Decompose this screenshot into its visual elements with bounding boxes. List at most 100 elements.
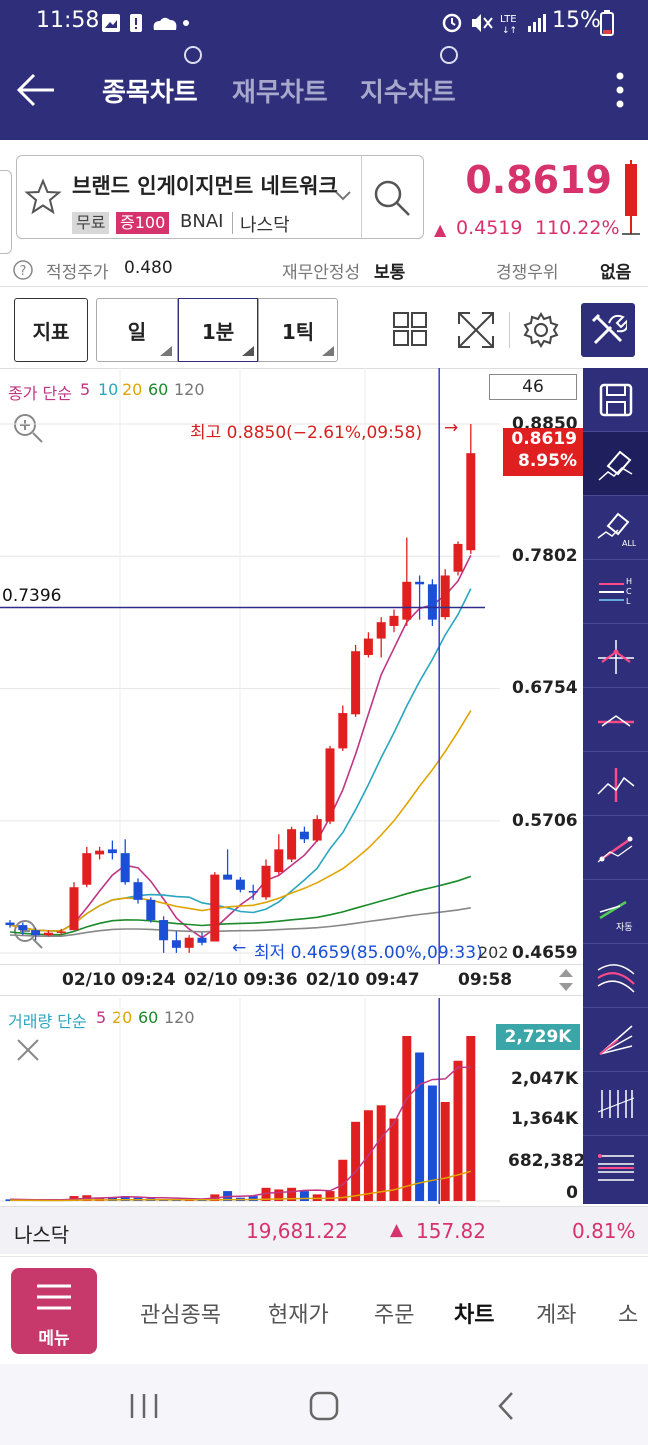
crosshair-time-partial: 202 bbox=[478, 943, 509, 962]
margin-badge: 증100 bbox=[116, 212, 170, 234]
tool-horizontal-line[interactable] bbox=[583, 688, 648, 752]
volume-bar bbox=[325, 1191, 335, 1201]
vol-y-tick: 1,364K bbox=[511, 1109, 578, 1129]
system-back-icon[interactable] bbox=[494, 1390, 518, 1422]
candle-body bbox=[210, 874, 220, 942]
status-time: 11:58 bbox=[36, 8, 100, 33]
menu-button[interactable]: 메뉴 bbox=[11, 1268, 97, 1354]
vertical-line-icon bbox=[596, 767, 634, 802]
volume-bar bbox=[415, 1052, 425, 1201]
svg-text:?: ? bbox=[20, 264, 27, 279]
index-name: 나스닥 bbox=[14, 1223, 70, 1247]
stock-name[interactable]: 브랜드 인게이지먼트 네트워크 bbox=[72, 170, 338, 200]
home-icon[interactable] bbox=[308, 1390, 340, 1422]
price-chart[interactable] bbox=[0, 368, 583, 965]
nav-current-price[interactable]: 현재가 bbox=[268, 1297, 329, 1329]
system-navigation-bar bbox=[0, 1364, 648, 1445]
candle-body bbox=[389, 615, 399, 626]
tool-erase-all[interactable]: ALL bbox=[583, 496, 648, 560]
high-price-label: 최고 0.8850(−2.61%,09:58) bbox=[190, 423, 423, 443]
fair-price-value: 0.480 bbox=[124, 258, 173, 278]
recents-icon[interactable] bbox=[128, 1392, 160, 1420]
tool-period-lines[interactable] bbox=[583, 1072, 648, 1136]
app-header: 11:58 LTE ↓↑ 15% 종목차트 재무차트 지수차트 bbox=[0, 0, 648, 140]
candle-body bbox=[274, 849, 284, 873]
x-tick: 02/10 09:36 bbox=[184, 970, 298, 990]
fair-price-label: 적정주가 bbox=[46, 263, 109, 283]
search-icon[interactable] bbox=[372, 178, 412, 218]
candle-body bbox=[453, 543, 463, 572]
screen: { "status_bar": {"time": "11:58", "netwo… bbox=[0, 0, 648, 1445]
candle-body bbox=[440, 575, 450, 618]
candle-body bbox=[235, 879, 245, 890]
tool-fibonacci[interactable] bbox=[583, 1136, 648, 1200]
side-drawer-handle[interactable] bbox=[0, 170, 12, 254]
tool-auto-trend[interactable]: 자동 bbox=[583, 880, 648, 944]
volume-current-tag: 2,729K bbox=[496, 1024, 580, 1050]
tab-financial-chart[interactable]: 재무차트 bbox=[232, 72, 328, 109]
price-change: 0.4519 bbox=[456, 217, 523, 239]
fan-lines-icon bbox=[598, 1024, 632, 1055]
candle-body bbox=[159, 920, 169, 941]
chevron-down-icon bbox=[335, 191, 351, 201]
vol-y-tick: 2,047K bbox=[511, 1069, 578, 1089]
candle-body bbox=[427, 584, 437, 620]
tool-hcl[interactable]: HCL bbox=[583, 560, 648, 624]
tool-eraser[interactable] bbox=[583, 432, 648, 496]
nav-more[interactable]: 소 bbox=[618, 1297, 638, 1329]
free-badge: 무료 bbox=[72, 212, 110, 234]
tool-save[interactable] bbox=[583, 368, 648, 432]
tool-arc[interactable] bbox=[583, 944, 648, 1008]
stability-value: 보통 bbox=[374, 263, 406, 283]
fullscreen-icon[interactable] bbox=[456, 310, 496, 350]
tool-fan-lines[interactable] bbox=[583, 1008, 648, 1072]
volume-bar bbox=[299, 1191, 309, 1201]
back-arrow-icon[interactable] bbox=[16, 72, 56, 108]
hamburger-icon bbox=[37, 1284, 71, 1310]
market-name: 나스닥 bbox=[240, 215, 290, 236]
tool-vertical-line[interactable] bbox=[583, 752, 648, 816]
x-tick: 02/10 09:47 bbox=[306, 970, 420, 990]
candle-body bbox=[376, 622, 386, 639]
horizontal-line-icon bbox=[597, 714, 634, 727]
nav-watchlist[interactable]: 관심종목 bbox=[140, 1297, 221, 1329]
help-icon[interactable]: ? bbox=[12, 259, 34, 281]
tab-badge-icon bbox=[440, 46, 458, 64]
candle-body bbox=[338, 713, 348, 749]
indicator-button[interactable]: 지표 bbox=[14, 298, 88, 362]
svg-text:↓↑: ↓↑ bbox=[502, 26, 517, 36]
vol-y-tick: 0 bbox=[566, 1183, 578, 1203]
nav-order[interactable]: 주문 bbox=[374, 1297, 414, 1329]
axis-scroll-icon[interactable] bbox=[556, 966, 576, 994]
index-value: 19,681.22 bbox=[246, 1219, 348, 1243]
index-ticker-bar[interactable]: 나스닥 19,681.22 ▲ 157.82 0.81% bbox=[0, 1206, 648, 1254]
volume-bar bbox=[440, 1102, 450, 1201]
candle-body bbox=[146, 899, 156, 921]
tool-crosshair-line[interactable] bbox=[583, 624, 648, 688]
tab-stock-chart[interactable]: 종목차트 bbox=[102, 72, 198, 109]
candle-body bbox=[120, 853, 130, 883]
stability-label: 재무안정성 bbox=[282, 263, 361, 283]
low-arrow-icon: ← bbox=[232, 938, 247, 958]
period-lines-icon bbox=[597, 1089, 634, 1118]
candle-body bbox=[171, 940, 181, 948]
volume-bar bbox=[427, 1085, 437, 1201]
svg-text:C: C bbox=[626, 587, 632, 596]
favorite-star-icon[interactable] bbox=[24, 178, 62, 216]
index-up-icon: ▲ bbox=[390, 1220, 404, 1240]
tab-index-chart[interactable]: 지수차트 bbox=[360, 72, 456, 109]
x-tick: 02/10 09:24 bbox=[62, 970, 176, 990]
nav-chart[interactable]: 차트 bbox=[454, 1297, 494, 1329]
settings-gear-icon[interactable] bbox=[522, 311, 560, 349]
candle-body bbox=[69, 887, 79, 931]
bottom-navigation: 메뉴 관심종목 현재가 주문 차트 계좌 소 bbox=[0, 1256, 648, 1364]
x-tick: 09:58 bbox=[458, 970, 513, 990]
drawing-tool-panel: ALL HCL 자동 bbox=[583, 368, 648, 1204]
candle-body bbox=[363, 638, 373, 655]
layout-grid-icon[interactable] bbox=[392, 311, 428, 347]
nav-account[interactable]: 계좌 bbox=[536, 1297, 576, 1329]
more-menu-icon[interactable] bbox=[612, 70, 628, 110]
candle-body bbox=[351, 651, 361, 715]
tool-trend-line[interactable] bbox=[583, 816, 648, 880]
volume-bar bbox=[351, 1121, 361, 1201]
